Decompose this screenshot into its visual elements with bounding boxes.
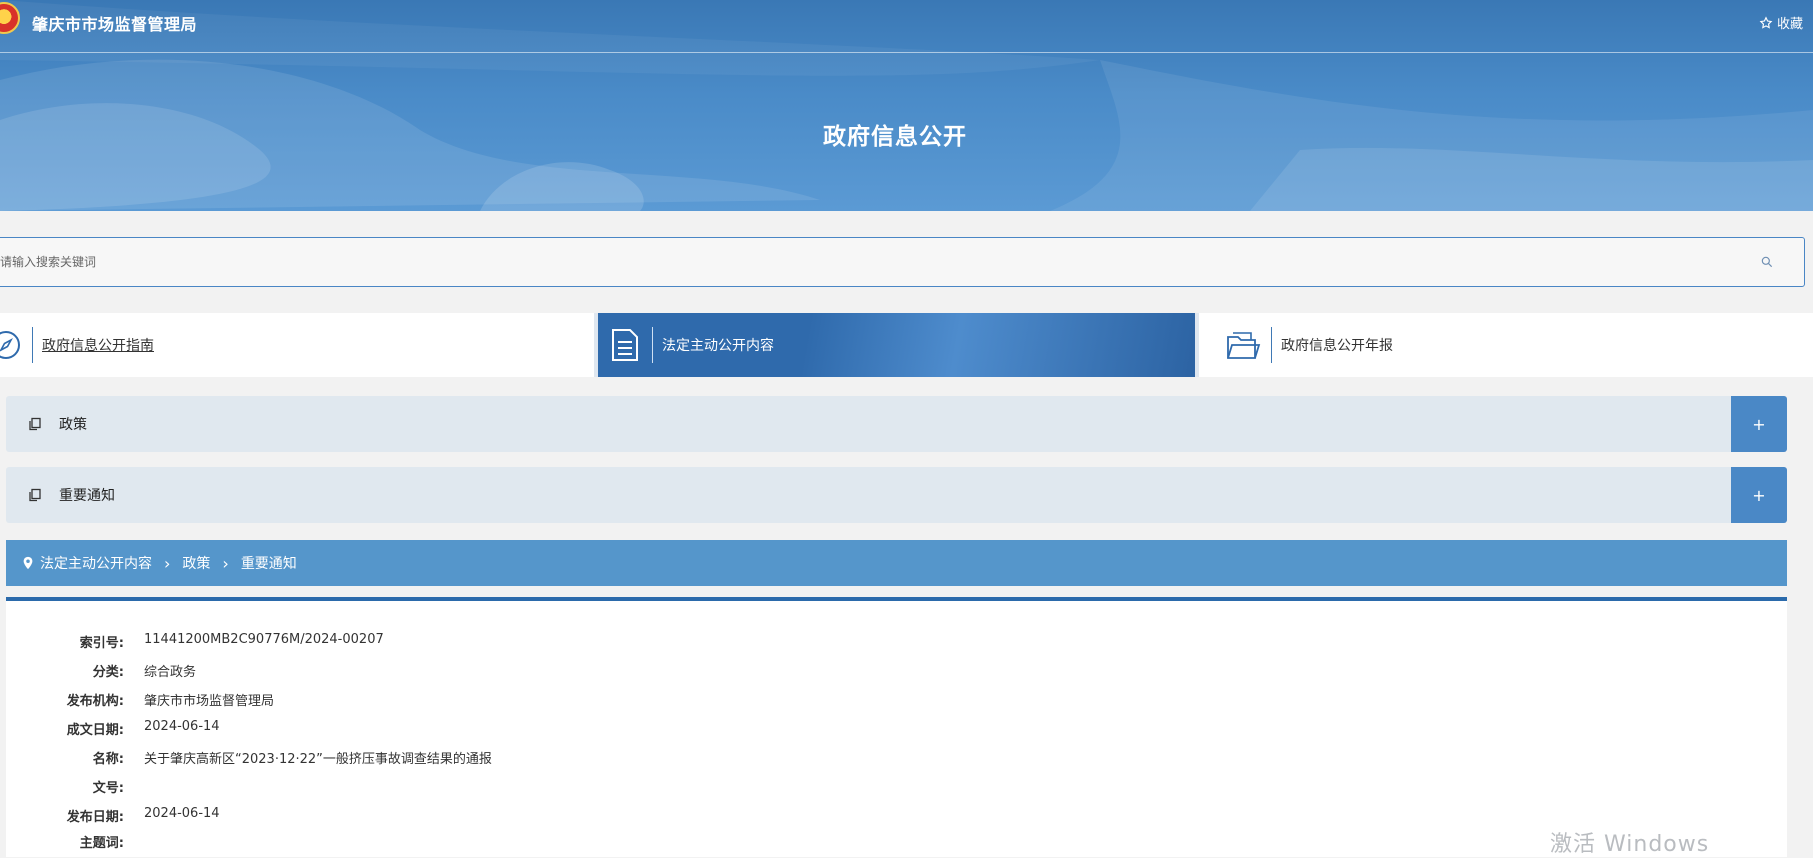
tab-annual-report[interactable]: 政府信息公开年报 <box>1225 313 1813 377</box>
meta-key: 索引号: <box>79 636 124 651</box>
tab-label: 法定主动公开内容 <box>662 338 774 354</box>
tab-divider <box>652 327 653 363</box>
search-input[interactable] <box>0 238 1740 286</box>
star-icon <box>1759 15 1773 29</box>
search-bar <box>0 237 1805 287</box>
category-tabs: 政府信息公开指南 法定主动公开内容 政府信息公开年报 <box>0 313 1813 377</box>
meta-value: 2024-06-14 <box>144 719 220 734</box>
document-metadata: 索引号: 11441200MB2C90776M/2024-00207 分类: 综… <box>6 597 1787 857</box>
accordion-important-notice[interactable]: 重要通知 + <box>6 467 1787 523</box>
location-pin-icon <box>23 556 33 570</box>
emblem-icon <box>0 2 20 34</box>
expand-button[interactable]: + <box>1731 467 1787 523</box>
expand-button[interactable]: + <box>1731 396 1787 452</box>
meta-value: 肇庆市市场监督管理局 <box>144 694 275 709</box>
meta-row: 主题词: <box>6 832 144 852</box>
tab-divider <box>32 327 33 363</box>
meta-row: 发布机构: 肇庆市市场监督管理局 <box>6 690 274 710</box>
tab-disclosure-guide[interactable]: 政府信息公开指南 <box>0 313 583 377</box>
site-name[interactable]: 肇庆市市场监督管理局 <box>32 11 197 35</box>
tab-divider <box>1271 327 1272 363</box>
meta-row: 索引号: 11441200MB2C90776M/2024-00207 <box>6 632 384 652</box>
tab-label: 政府信息公开指南 <box>42 338 154 354</box>
meta-key: 名称: <box>92 752 124 767</box>
breadcrumb-item[interactable]: 法定主动公开内容 <box>40 553 152 573</box>
breadcrumb-item[interactable]: 重要通知 <box>241 553 297 573</box>
meta-key: 发布机构: <box>66 694 124 709</box>
meta-row: 成文日期: 2024-06-14 <box>6 719 220 739</box>
top-bar: 肇庆市市场监督管理局 收藏 <box>0 0 1813 53</box>
header-banner: 肇庆市市场监督管理局 收藏 政府信息公开 <box>0 0 1813 211</box>
meta-value: 综合政务 <box>144 665 197 680</box>
chevron-right-icon: › <box>164 553 171 573</box>
meta-row: 名称: 关于肇庆高新区“2023·12·22”一般挤压事故调查结果的通报 <box>6 748 492 768</box>
favorite-label: 收藏 <box>1776 17 1803 32</box>
meta-key: 分类: <box>92 665 124 680</box>
tab-label: 政府信息公开年报 <box>1281 338 1393 354</box>
meta-key: 发布日期: <box>66 810 124 825</box>
accordion-label: 重要通知 <box>59 488 115 504</box>
meta-value: 2024-06-14 <box>144 806 220 821</box>
compass-icon <box>0 329 22 361</box>
meta-value: 关于肇庆高新区“2023·12·22”一般挤压事故调查结果的通报 <box>144 752 492 767</box>
page-title: 政府信息公开 <box>823 124 967 150</box>
chevron-right-icon: › <box>222 553 229 573</box>
accordion-policy[interactable]: 政策 + <box>6 396 1787 452</box>
os-activation-watermark: 激活 Windows <box>1550 832 1710 857</box>
copy-icon <box>29 417 41 431</box>
meta-key: 文号: <box>92 781 124 796</box>
document-icon <box>608 327 642 363</box>
breadcrumb: 法定主动公开内容 › 政策 › 重要通知 <box>6 540 1787 586</box>
meta-value: 11441200MB2C90776M/2024-00207 <box>144 632 384 647</box>
tab-statutory-content[interactable]: 法定主动公开内容 <box>594 313 1199 377</box>
favorite-button[interactable]: 收藏 <box>1759 13 1803 32</box>
accordion-label: 政策 <box>59 417 87 433</box>
meta-row: 文号: <box>6 777 144 797</box>
copy-icon <box>29 488 41 502</box>
search-icon[interactable] <box>1760 255 1774 269</box>
folder-icon <box>1225 327 1261 363</box>
meta-row: 分类: 综合政务 <box>6 661 196 681</box>
meta-key: 主题词: <box>79 836 124 851</box>
meta-key: 成文日期: <box>66 723 124 738</box>
breadcrumb-item[interactable]: 政策 <box>182 553 210 573</box>
meta-row: 发布日期: 2024-06-14 <box>6 806 220 826</box>
